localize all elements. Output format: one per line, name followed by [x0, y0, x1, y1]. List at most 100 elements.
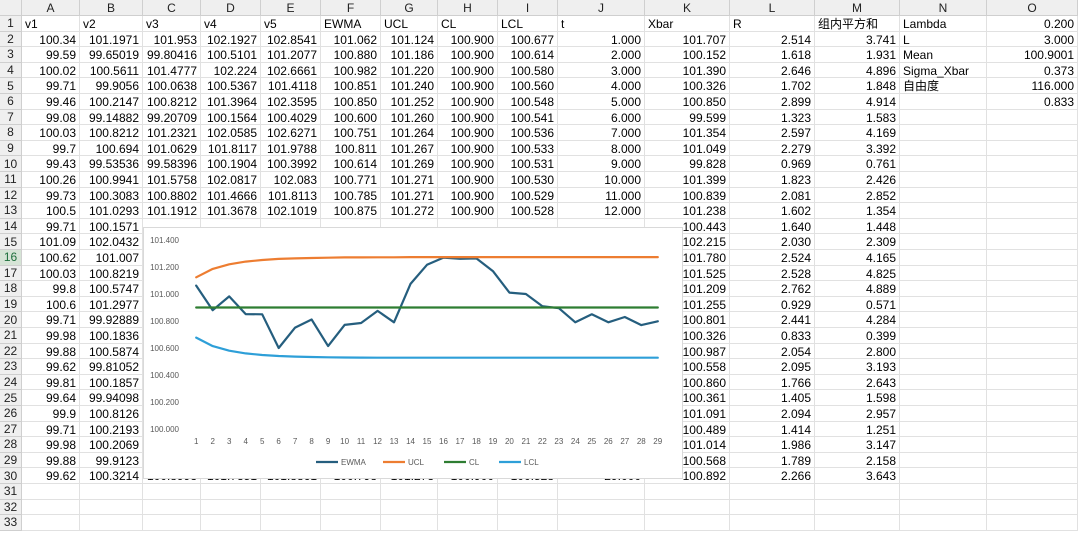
- data-cell[interactable]: 101.271: [381, 187, 438, 204]
- row-header[interactable]: 11: [0, 172, 22, 188]
- data-cell[interactable]: [900, 374, 987, 391]
- data-cell[interactable]: 100.26: [22, 172, 80, 188]
- data-cell[interactable]: 1.931: [815, 47, 900, 63]
- data-cell[interactable]: 100.548: [498, 94, 558, 110]
- data-cell[interactable]: [900, 250, 987, 266]
- data-cell[interactable]: 101.124: [381, 31, 438, 48]
- row-header[interactable]: 21: [0, 328, 22, 344]
- data-cell[interactable]: 101.354: [645, 125, 730, 141]
- column-header[interactable]: G: [381, 0, 438, 16]
- data-cell[interactable]: 116.000: [987, 78, 1078, 94]
- data-cell[interactable]: 0.761: [815, 156, 900, 172]
- data-cell[interactable]: [381, 484, 438, 500]
- data-cell[interactable]: 100.536: [498, 125, 558, 141]
- data-cell[interactable]: [987, 250, 1078, 266]
- data-cell[interactable]: 0.833: [987, 94, 1078, 110]
- data-cell[interactable]: 100.9941: [80, 172, 143, 188]
- data-cell[interactable]: 100.614: [498, 47, 558, 63]
- data-cell[interactable]: 0.969: [730, 156, 815, 172]
- data-cell[interactable]: [900, 484, 987, 500]
- data-cell[interactable]: 101.399: [645, 172, 730, 188]
- data-cell[interactable]: [987, 140, 1078, 157]
- data-cell[interactable]: 4.896: [815, 62, 900, 79]
- data-cell[interactable]: 99.8: [22, 281, 80, 297]
- data-cell[interactable]: 100.580: [498, 62, 558, 79]
- data-cell[interactable]: [987, 156, 1078, 172]
- data-cell[interactable]: 101.264: [381, 125, 438, 141]
- data-cell[interactable]: 3.000: [558, 62, 645, 79]
- data-cell[interactable]: 100.03: [22, 265, 80, 282]
- data-cell[interactable]: 1.414: [730, 421, 815, 438]
- data-cell[interactable]: 101.5758: [143, 172, 201, 188]
- data-cell[interactable]: 100.530: [498, 172, 558, 188]
- data-cell[interactable]: 101.3678: [201, 203, 261, 219]
- data-cell[interactable]: 100.900: [438, 203, 498, 219]
- data-cell[interactable]: 102.0817: [201, 172, 261, 188]
- row-header[interactable]: 32: [0, 499, 22, 516]
- data-cell[interactable]: 101.2977: [80, 296, 143, 313]
- data-cell[interactable]: 99.62: [22, 468, 80, 484]
- data-cell[interactable]: 100.8212: [80, 125, 143, 141]
- data-cell[interactable]: 100.900: [438, 78, 498, 94]
- data-cell[interactable]: 100.900: [438, 187, 498, 204]
- data-cell[interactable]: 4.825: [815, 265, 900, 282]
- data-cell[interactable]: 3.000: [987, 31, 1078, 48]
- data-cell[interactable]: 2.957: [815, 406, 900, 422]
- data-cell[interactable]: 100.1904: [201, 156, 261, 172]
- data-cell[interactable]: Mean: [900, 47, 987, 63]
- row-header[interactable]: 24: [0, 374, 22, 391]
- data-cell[interactable]: 100.900: [438, 31, 498, 48]
- data-cell[interactable]: [987, 281, 1078, 297]
- data-cell[interactable]: 2.899: [730, 94, 815, 110]
- data-cell[interactable]: 2.643: [815, 374, 900, 391]
- data-cell[interactable]: 100.0638: [143, 78, 201, 94]
- row-header[interactable]: 30: [0, 468, 22, 484]
- data-cell[interactable]: [645, 515, 730, 531]
- data-cell[interactable]: [900, 421, 987, 438]
- data-cell[interactable]: [201, 484, 261, 500]
- data-cell[interactable]: 99.46: [22, 94, 80, 110]
- header-cell[interactable]: 组内平方和: [815, 16, 900, 32]
- data-cell[interactable]: 2.000: [558, 47, 645, 63]
- row-header[interactable]: 25: [0, 390, 22, 406]
- data-cell[interactable]: 99.71: [22, 312, 80, 328]
- data-cell[interactable]: [900, 312, 987, 328]
- data-cell[interactable]: 2.800: [815, 343, 900, 360]
- data-cell[interactable]: 100.8212: [143, 94, 201, 110]
- data-cell[interactable]: 99.64: [22, 390, 80, 406]
- data-cell[interactable]: [900, 406, 987, 422]
- data-cell[interactable]: 100.5: [22, 203, 80, 219]
- data-cell[interactable]: 2.266: [730, 468, 815, 484]
- data-cell[interactable]: 100.531: [498, 156, 558, 172]
- data-cell[interactable]: 100.326: [645, 78, 730, 94]
- data-cell[interactable]: 99.73: [22, 187, 80, 204]
- data-cell[interactable]: 5.000: [558, 94, 645, 110]
- data-cell[interactable]: 100.811: [321, 140, 381, 157]
- data-cell[interactable]: 99.81052: [80, 359, 143, 375]
- data-cell[interactable]: [900, 172, 987, 188]
- data-cell[interactable]: 2.528: [730, 265, 815, 282]
- data-cell[interactable]: 1.323: [730, 109, 815, 126]
- data-cell[interactable]: [438, 484, 498, 500]
- data-cell[interactable]: 99.80416: [143, 47, 201, 63]
- data-cell[interactable]: 100.1857: [80, 374, 143, 391]
- data-cell[interactable]: 2.852: [815, 187, 900, 204]
- data-cell[interactable]: 2.762: [730, 281, 815, 297]
- data-cell[interactable]: [261, 499, 321, 516]
- data-cell[interactable]: 11.000: [558, 187, 645, 204]
- data-cell[interactable]: 1.618: [730, 47, 815, 63]
- data-cell[interactable]: 100.528: [498, 203, 558, 219]
- data-cell[interactable]: 101.238: [645, 203, 730, 219]
- data-cell[interactable]: [987, 203, 1078, 219]
- data-cell[interactable]: [261, 484, 321, 500]
- data-cell[interactable]: 102.083: [261, 172, 321, 188]
- column-header[interactable]: D: [201, 0, 261, 16]
- header-cell[interactable]: EWMA: [321, 16, 381, 32]
- data-cell[interactable]: 99.7: [22, 140, 80, 157]
- data-cell[interactable]: 100.880: [321, 47, 381, 63]
- data-cell[interactable]: 101.186: [381, 47, 438, 63]
- data-cell[interactable]: 2.514: [730, 31, 815, 48]
- column-header[interactable]: M: [815, 0, 900, 16]
- row-header[interactable]: 1: [0, 16, 22, 32]
- data-cell[interactable]: 100.5874: [80, 343, 143, 360]
